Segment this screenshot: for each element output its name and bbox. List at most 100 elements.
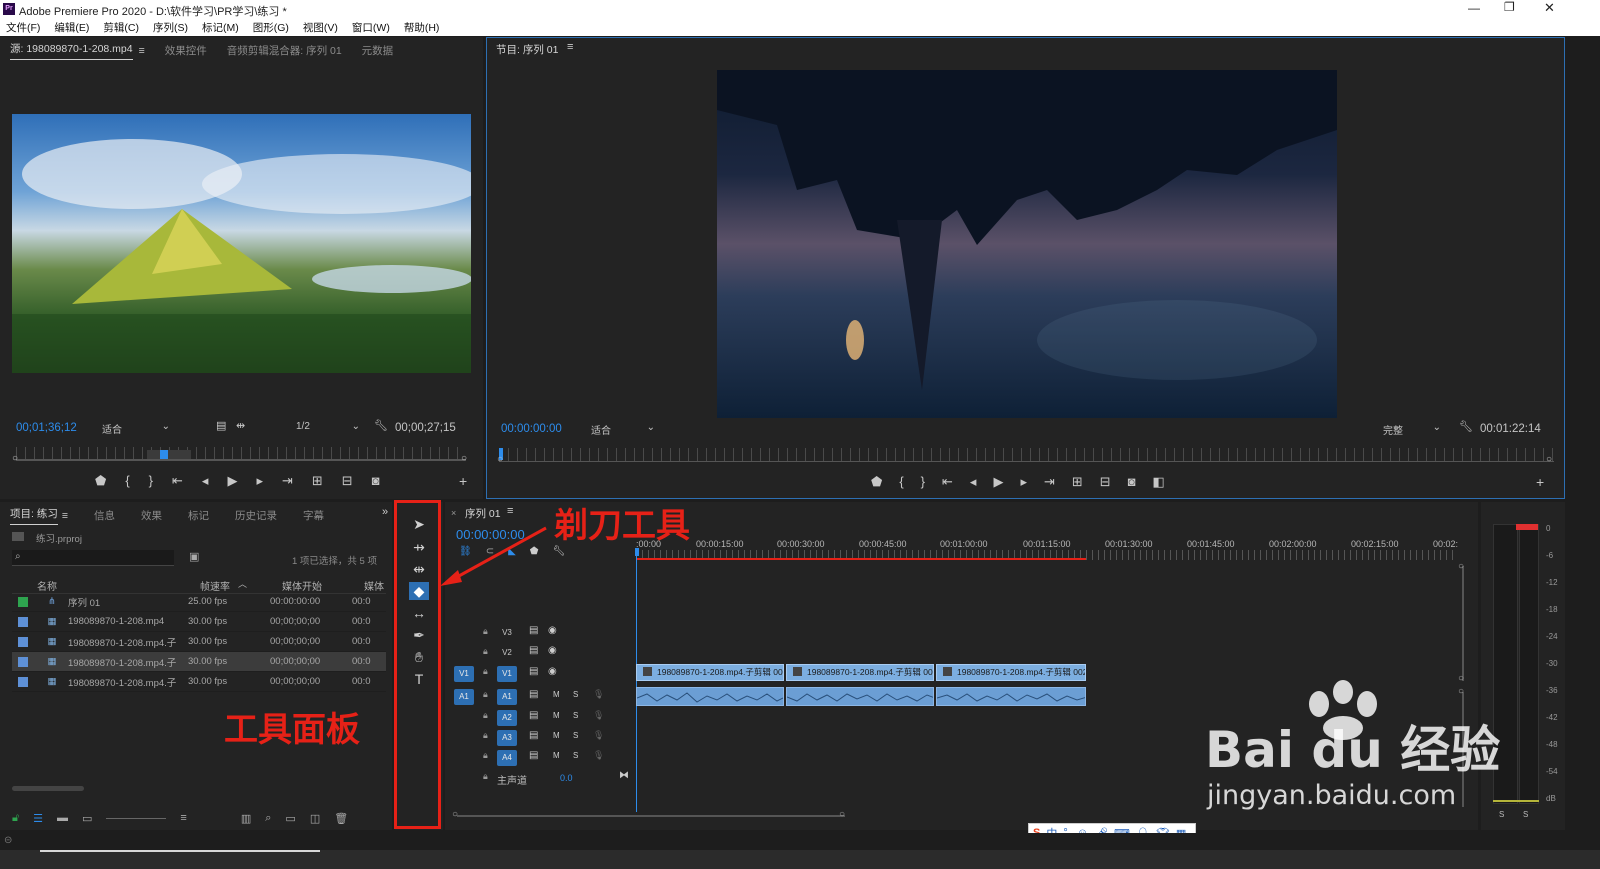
drag-video-icon[interactable]: ⇹ (236, 419, 245, 432)
menu-markers[interactable]: 标记(M) (202, 20, 239, 35)
lock-track-icon[interactable]: 🔒︎ (483, 646, 488, 657)
program-quality-select[interactable]: 完整 ⌄ (1383, 422, 1441, 437)
tab-markers[interactable]: 标记 (188, 508, 209, 523)
close-icon[interactable]: ✕ (1544, 0, 1555, 16)
list-item[interactable]: ▦ 198089870-1-208.mp4.子 30.00 fps 00;00;… (12, 632, 386, 652)
source-patch-v1[interactable]: V1 (454, 666, 474, 682)
program-step-back-icon[interactable]: ◂ (970, 474, 977, 490)
col-media-start[interactable]: 媒体开始 (282, 578, 322, 593)
list-item[interactable]: ⋔ 序列 01 25.00 fps 00:00:00:00 00:0 (12, 592, 386, 612)
source-settings-wrench-icon[interactable]: 🔧︎ (374, 419, 388, 432)
track-name-v1[interactable]: V1 (497, 666, 517, 682)
video-clip[interactable]: 198089870-1-208.mp4.子剪辑 001 (786, 664, 934, 681)
source-timecode[interactable]: 00;01;36;12 (16, 422, 77, 434)
tab-menu-icon[interactable]: ≡ (139, 45, 145, 57)
program-go-to-in-icon[interactable]: ⇤ (942, 474, 953, 490)
maximize-icon[interactable]: ❐ (1504, 0, 1515, 14)
step-forward-icon[interactable]: ▸ (256, 473, 263, 489)
tab-metadata[interactable]: 元数据 (362, 43, 394, 58)
voice-over-icon[interactable]: 🎙︎ (593, 710, 604, 721)
extract-icon[interactable]: ⊟ (1100, 474, 1111, 490)
toggle-output-eye-icon[interactable]: ◉ (548, 625, 557, 636)
video-clip[interactable]: 198089870-1-208.mp4.子剪辑 002 (936, 664, 1086, 681)
go-to-in-icon[interactable]: ⇤ (172, 473, 183, 489)
label-color-swatch[interactable] (18, 636, 28, 647)
slip-tool-icon[interactable]: ↔ (408, 604, 430, 622)
mark-out-icon[interactable]: } (149, 473, 153, 489)
lock-icon[interactable]: 🔓︎ (12, 812, 19, 825)
go-to-end-icon[interactable]: ⧓ (619, 770, 629, 781)
tab-info[interactable]: 信息 (94, 508, 115, 523)
sync-lock-icon[interactable]: ▤ (529, 689, 538, 700)
project-horizontal-scrollbar[interactable] (12, 786, 84, 791)
type-tool-icon[interactable]: T (408, 670, 430, 688)
zoom-slider[interactable] (106, 818, 167, 819)
col-name[interactable]: 名称 (37, 578, 57, 593)
program-timecode[interactable]: 00:00:00:00 (501, 423, 562, 435)
go-to-out-icon[interactable]: ⇥ (282, 473, 293, 489)
track-name-v3[interactable]: V3 (497, 625, 517, 641)
menu-clip[interactable]: 剪辑(C) (103, 20, 139, 35)
program-settings-wrench-icon[interactable]: 🔧︎ (1459, 420, 1473, 433)
label-color-swatch[interactable] (18, 616, 28, 627)
menu-view[interactable]: 视图(V) (303, 20, 338, 35)
lift-icon[interactable]: ⊞ (1072, 474, 1083, 490)
new-search-bin-icon[interactable]: ▣ (189, 550, 199, 563)
meter-solo-right-button[interactable]: S (1523, 810, 1528, 819)
col-framerate[interactable]: 帧速率 (200, 578, 230, 593)
track-name-a1[interactable]: A1 (497, 689, 517, 705)
lock-track-icon[interactable]: 🔒︎ (483, 750, 488, 761)
voice-over-icon[interactable]: 🎙︎ (593, 689, 604, 700)
program-mark-in-icon[interactable]: { (899, 474, 903, 490)
pen-tool-icon[interactable]: ✒ (408, 626, 430, 644)
track-select-tool-icon[interactable]: ⇸ (408, 538, 430, 556)
source-zoom-left-handle[interactable]: ○ (12, 453, 18, 464)
icon-view-icon[interactable]: ▬ (57, 812, 68, 824)
audio-clip[interactable] (936, 687, 1086, 706)
timeline-vscroll-top[interactable]: ○ (1458, 561, 1464, 572)
timeline-horizontal-scroll[interactable] (457, 815, 845, 817)
overwrite-icon[interactable]: ⊟ (342, 473, 353, 489)
program-add-button-icon[interactable]: + (1536, 474, 1544, 490)
mute-button[interactable]: M (553, 731, 560, 740)
freeform-view-icon[interactable]: ▭ (82, 812, 92, 825)
program-zoom-right-handle[interactable]: ○ (1546, 454, 1552, 465)
add-marker-icon[interactable]: ⬟ (95, 473, 106, 489)
tab-history[interactable]: 历史记录 (235, 508, 277, 523)
sync-lock-icon[interactable]: ▤ (529, 625, 538, 636)
menu-graphics[interactable]: 图形(G) (253, 20, 289, 35)
mark-in-icon[interactable]: { (125, 473, 129, 489)
timeline-title[interactable]: 序列 01 (465, 506, 501, 521)
track-name-a4[interactable]: A4 (497, 750, 517, 766)
safe-margins-icon[interactable]: ▤ (216, 419, 226, 432)
sync-lock-icon[interactable]: ▤ (529, 645, 538, 656)
clear-icon[interactable]: 🗑︎ (334, 812, 348, 825)
program-fit-select[interactable]: 适合 ⌄ (591, 422, 655, 437)
tab-effect-controls[interactable]: 效果控件 (165, 43, 207, 58)
track-name-a3[interactable]: A3 (497, 730, 517, 746)
solo-button[interactable]: S (573, 731, 578, 740)
timeline-hscroll-left[interactable]: ○ (452, 809, 458, 820)
program-zoom-left-handle[interactable]: ○ (497, 454, 503, 465)
list-item[interactable]: ▦ 198089870-1-208.mp4.子 30.00 fps 00;00;… (12, 672, 386, 692)
program-play-icon[interactable]: ▶ (993, 474, 1003, 490)
label-color-swatch[interactable] (18, 676, 28, 687)
video-clip[interactable]: 198089870-1-208.mp4.子剪辑 00 (636, 664, 784, 681)
menu-help[interactable]: 帮助(H) (404, 20, 440, 35)
sync-lock-icon[interactable]: ▤ (529, 730, 538, 741)
list-view-icon[interactable]: ☰ (33, 812, 43, 825)
voice-over-icon[interactable]: 🎙︎ (593, 730, 604, 741)
source-patch-a1[interactable]: A1 (454, 689, 474, 705)
selection-tool-icon[interactable]: ➤ (408, 515, 430, 533)
sort-icons-icon[interactable]: ≡ (180, 812, 186, 824)
voice-over-icon[interactable]: 🎙︎ (593, 750, 604, 761)
program-mark-out-icon[interactable]: } (921, 474, 925, 490)
list-item-selected[interactable]: ▦ 198089870-1-208.mp4.子 30.00 fps 00;00;… (12, 652, 386, 672)
program-export-frame-icon[interactable]: ◙ (1128, 474, 1136, 490)
program-add-marker-icon[interactable]: ⬟ (871, 474, 882, 490)
label-color-swatch[interactable] (18, 596, 28, 607)
solo-button[interactable]: S (573, 751, 578, 760)
new-item-icon[interactable]: ◫ (310, 812, 320, 825)
source-add-button-icon[interactable]: + (459, 473, 467, 489)
source-zoom-bar[interactable] (16, 459, 466, 461)
